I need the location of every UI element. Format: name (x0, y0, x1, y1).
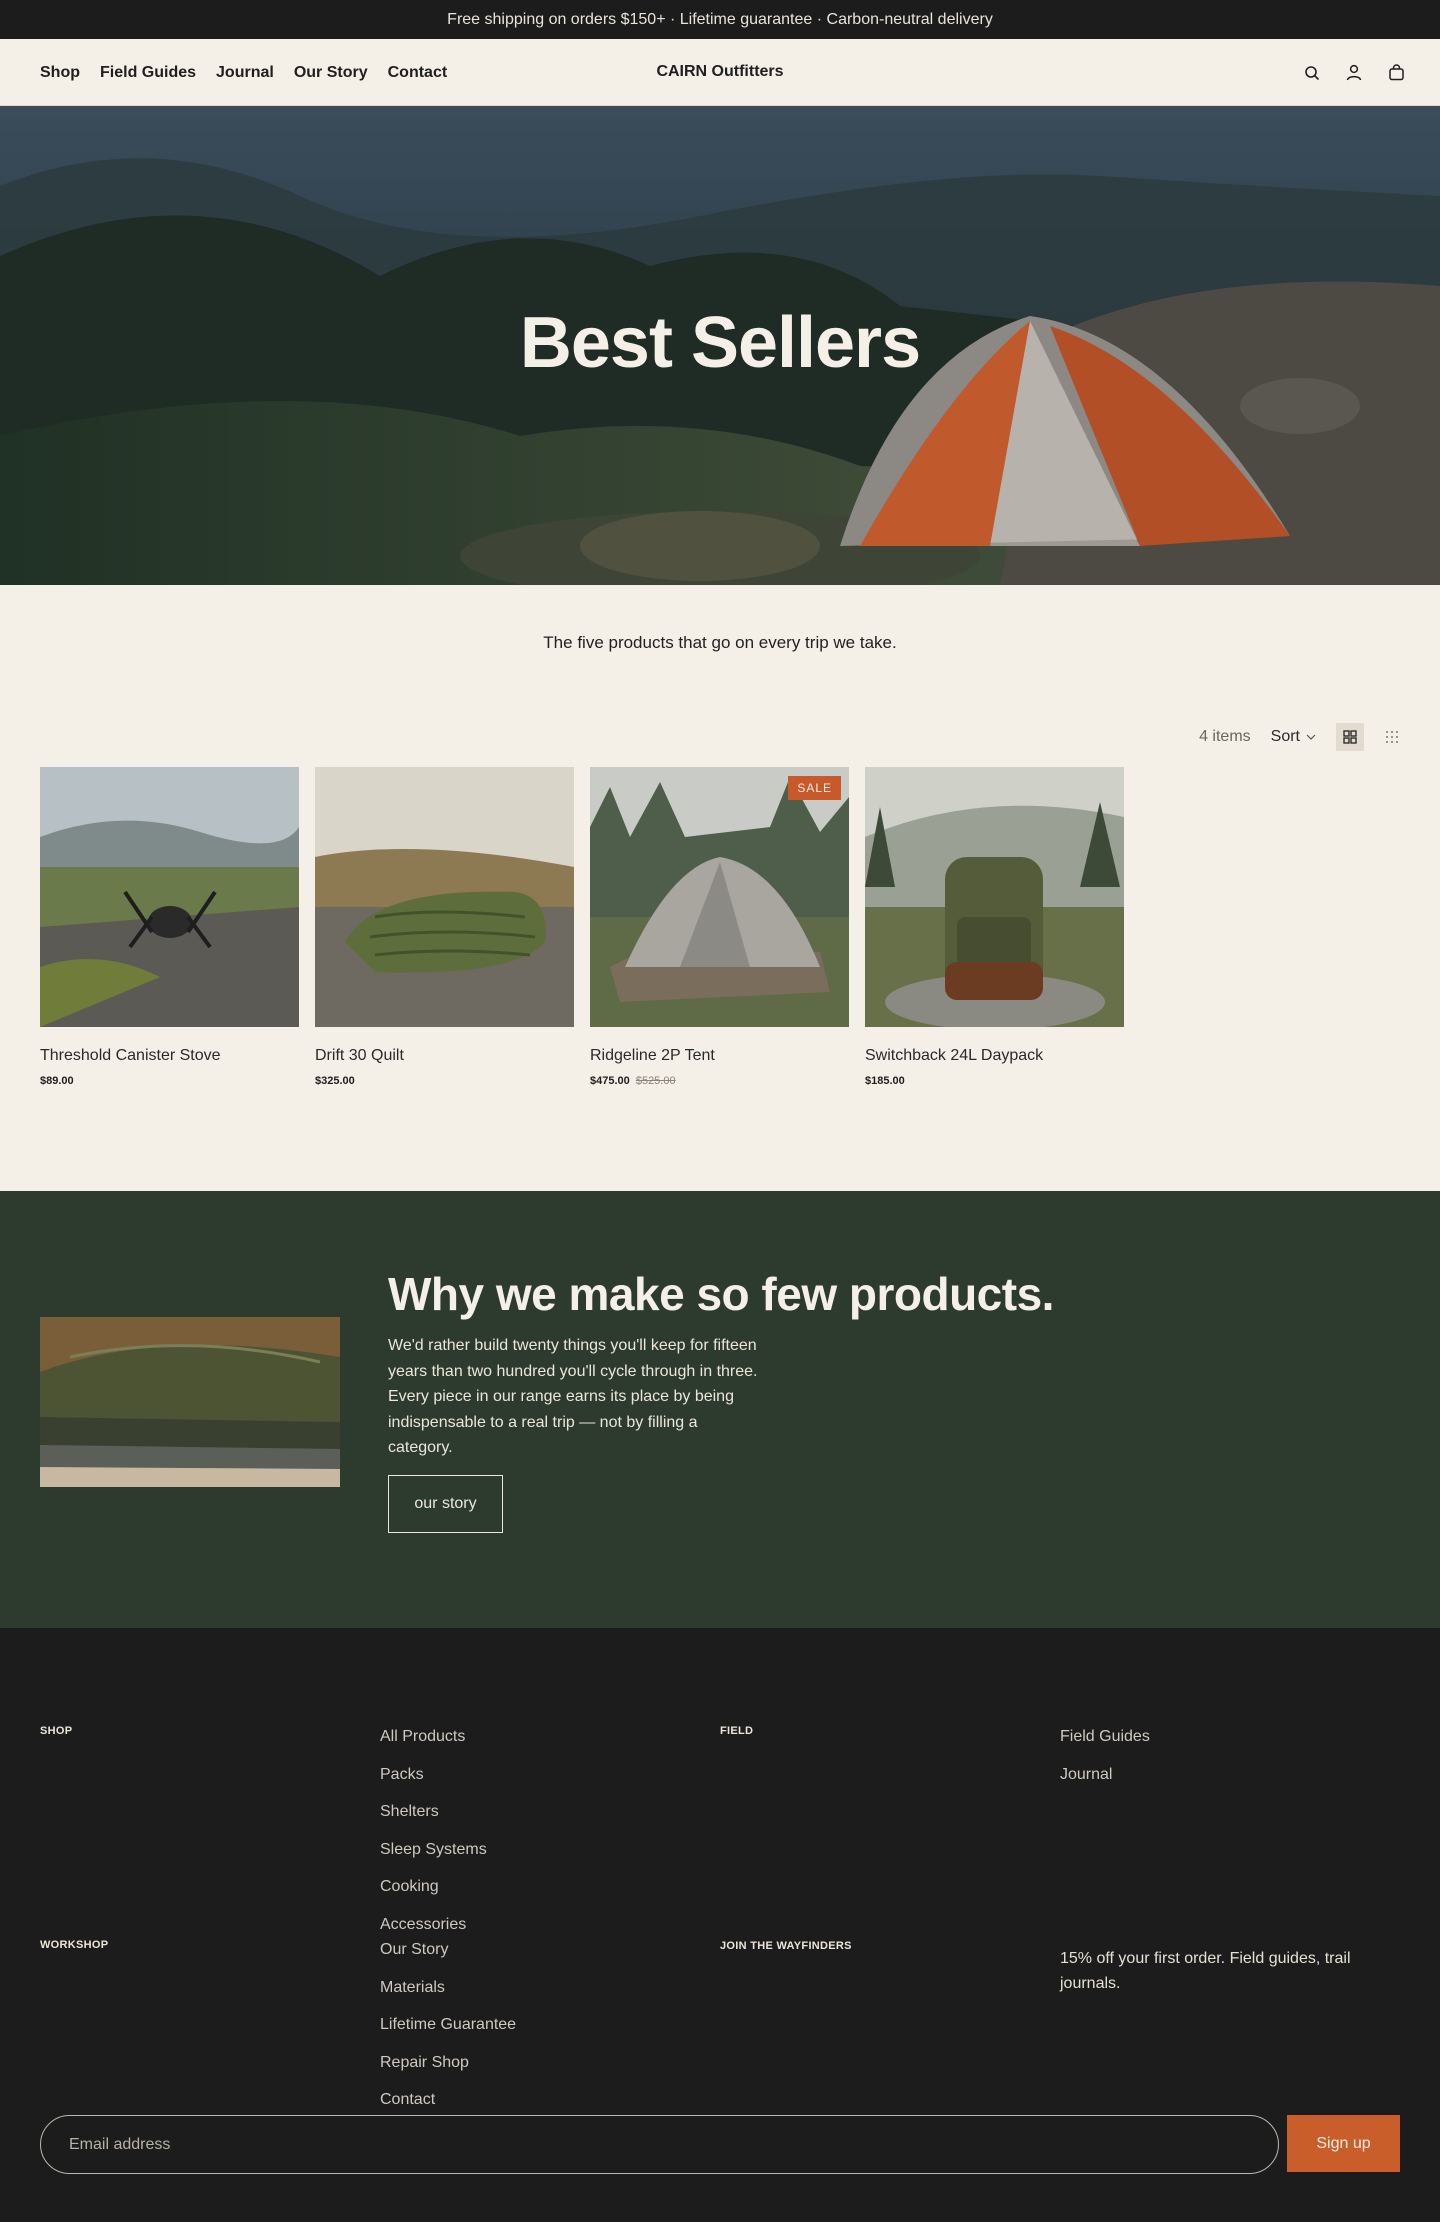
footer-link-our-story[interactable]: Our Story (380, 1941, 448, 1959)
product-price: $325.00 (315, 1075, 574, 1087)
product-card[interactable]: SALE Ridgeline 2P Tent $475.00 $525.00 (590, 767, 849, 1087)
site-footer: SHOP All Products Packs Shelters Sleep S… (0, 1628, 1440, 2222)
grid-view-icon[interactable] (1336, 723, 1364, 751)
footer-link-contact[interactable]: Contact (380, 2091, 435, 2109)
our-story-button[interactable]: our story (388, 1475, 503, 1533)
footer-link-all-products[interactable]: All Products (380, 1728, 465, 1746)
nav-shop[interactable]: Shop (40, 64, 80, 82)
newsletter-description: 15% off your first order. Field guides, … (1060, 1950, 1351, 1992)
sale-badge: SALE (788, 776, 841, 800)
footer-heading-workshop: WORKSHOP (40, 1939, 109, 1951)
footer-link-accessories[interactable]: Accessories (380, 1916, 466, 1934)
footer-link-lifetime-guarantee[interactable]: Lifetime Guarantee (380, 2016, 516, 2034)
footer-link-journal[interactable]: Journal (1060, 1766, 1112, 1784)
bag-icon[interactable] (1386, 63, 1406, 83)
product-name[interactable]: Switchback 24L Daypack (865, 1047, 1124, 1065)
footer-link-repair-shop[interactable]: Repair Shop (380, 2054, 469, 2072)
footer-link-packs[interactable]: Packs (380, 1766, 424, 1784)
chevron-down-icon (1306, 734, 1316, 740)
collection-intro: The five products that go on every trip … (543, 633, 897, 652)
nav-field-guides[interactable]: Field Guides (100, 64, 196, 82)
product-name[interactable]: Drift 30 Quilt (315, 1047, 574, 1065)
footer-link-cooking[interactable]: Cooking (380, 1878, 439, 1896)
product-card[interactable]: Threshold Canister Stove $89.00 (40, 767, 299, 1087)
footer-heading-shop: SHOP (40, 1725, 73, 1737)
signup-button[interactable]: Sign up (1287, 2115, 1400, 2172)
nav-contact[interactable]: Contact (388, 64, 448, 82)
hero-title: Best Sellers (519, 303, 921, 383)
nav-journal[interactable]: Journal (216, 64, 274, 82)
price-current: $185.00 (865, 1075, 905, 1087)
price-current: $475.00 (590, 1075, 630, 1087)
sort-dropdown[interactable]: Sort (1271, 728, 1316, 746)
footer-heading-field: FIELD (720, 1725, 754, 1737)
price-current: $89.00 (40, 1075, 74, 1087)
product-image[interactable]: SALE (590, 767, 849, 1027)
story-title: Why we make so few products. (388, 1268, 1054, 1320)
footer-link-shelters[interactable]: Shelters (380, 1803, 439, 1821)
sort-label: Sort (1270, 728, 1300, 745)
footer-link-materials[interactable]: Materials (380, 1979, 445, 1997)
search-icon[interactable] (1302, 63, 1322, 83)
product-name[interactable]: Threshold Canister Stove (40, 1047, 299, 1065)
hero-banner: Best Sellers (0, 106, 1440, 585)
product-name[interactable]: Ridgeline 2P Tent (590, 1047, 849, 1065)
price-current: $325.00 (315, 1075, 355, 1087)
main-nav: Shop Field Guides Journal Our Story Cont… (40, 39, 447, 106)
product-image[interactable] (865, 767, 1124, 1027)
collection-toolbar: 4 items Sort (1199, 722, 1406, 752)
site-header: Shop Field Guides Journal Our Story Cont… (0, 39, 1440, 106)
item-count: 4 items (1199, 728, 1251, 745)
product-price: $475.00 $525.00 (590, 1075, 849, 1087)
dense-grid-view-icon[interactable] (1378, 723, 1406, 751)
product-image[interactable] (40, 767, 299, 1027)
product-price: $185.00 (865, 1075, 1124, 1087)
account-icon[interactable] (1344, 63, 1364, 83)
brand-story-section: Why we make so few products. We'd rather… (0, 1191, 1440, 1628)
story-body: We'd rather build twenty things you'll k… (388, 1337, 758, 1456)
product-card[interactable]: Switchback 24L Daypack $185.00 (865, 767, 1124, 1087)
header-actions (1302, 39, 1406, 106)
price-compare: $525.00 (635, 1075, 676, 1087)
footer-heading-newsletter: JOIN THE WAYFINDERS (720, 1940, 852, 1952)
product-price: $89.00 (40, 1075, 299, 1087)
product-image[interactable] (315, 767, 574, 1027)
nav-our-story[interactable]: Our Story (294, 64, 368, 82)
announcement-bar: Free shipping on orders $150+ · Lifetime… (0, 0, 1440, 39)
product-card[interactable]: Drift 30 Quilt $325.00 (315, 767, 574, 1087)
footer-link-field-guides[interactable]: Field Guides (1060, 1728, 1150, 1746)
email-input[interactable] (40, 2115, 1279, 2174)
footer-link-sleep-systems[interactable]: Sleep Systems (380, 1841, 487, 1859)
story-image (40, 1317, 340, 1487)
